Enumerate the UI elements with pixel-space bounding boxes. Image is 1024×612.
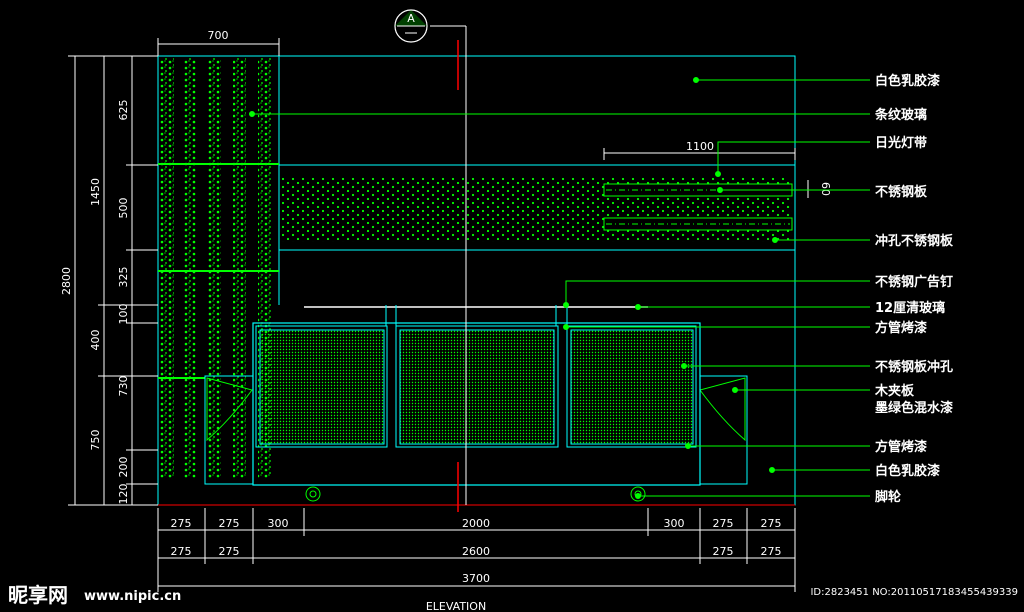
dim-b2-1: 275	[219, 545, 240, 558]
top-dimension-text: 700	[208, 29, 229, 42]
dim-b1-6: 275	[761, 517, 782, 530]
dim-inner-1: 500	[117, 198, 130, 219]
top-dimension: 700	[157, 29, 280, 56]
dim-middle-2: 750	[89, 430, 102, 451]
elevation-drawing: A 700 1100 60 2800 1450 400 750 625 500 …	[8, 9, 1018, 612]
light-strip-dimension: 1100	[603, 140, 796, 160]
dim-inner-4: 730	[117, 376, 130, 397]
dim-total: 3700	[462, 572, 490, 585]
dim-b1-3: 2000	[462, 517, 490, 530]
dim-inner-5: 200	[117, 457, 130, 478]
dim-middle-0: 1450	[89, 178, 102, 206]
label-10: 墨绿色混水漆	[875, 400, 953, 416]
dim-b1-5: 275	[713, 517, 734, 530]
dim-inner-3: 100	[117, 304, 130, 325]
left-dimension-lines	[68, 55, 158, 506]
watermark-site: www.nipic.cn	[84, 589, 181, 604]
dim-middle-1: 400	[89, 330, 102, 351]
label-8: 不锈钢板冲孔	[875, 359, 953, 375]
dim-b1-4: 300	[664, 517, 685, 530]
section-marker: A	[394, 9, 428, 43]
dim-b2-2: 2600	[462, 545, 490, 558]
dim-b2-3: 275	[713, 545, 734, 558]
label-4: 冲孔不锈钢板	[875, 233, 954, 249]
dim-inner-2: 325	[117, 267, 130, 288]
perforated-steel-band	[282, 176, 793, 242]
label-11: 方管烤漆	[875, 439, 927, 455]
dim-b2-4: 275	[761, 545, 782, 558]
label-5: 不锈钢广告钉	[875, 274, 953, 290]
label-2: 日光灯带	[875, 135, 927, 151]
label-3: 不锈钢板	[875, 184, 928, 200]
dim-b1-0: 275	[171, 517, 192, 530]
label-1: 条纹玻璃	[875, 107, 927, 123]
watermark: 昵享网 www.nipic.cn ID:2823451 NO:201105171…	[8, 583, 1018, 607]
bottom-row2-texts: 275 275 2600 275 275	[171, 545, 782, 558]
section-marker-letter: A	[407, 12, 415, 25]
dim-b1-1: 275	[219, 517, 240, 530]
reception-counter	[204, 305, 748, 486]
dim-60-text: 60	[819, 182, 832, 196]
label-12: 白色乳胶漆	[875, 463, 940, 479]
dim-inner-6: 120	[117, 484, 130, 505]
label-7: 方管烤漆	[875, 320, 927, 336]
watermark-logo: 昵享网	[8, 583, 68, 607]
label-0: 白色乳胶漆	[875, 73, 940, 89]
steel-plate-dimension: 60	[807, 180, 832, 198]
dim-1100-text: 1100	[686, 140, 714, 153]
bottom-row1-texts: 275 275 300 2000 300 275 275	[171, 517, 782, 530]
dim-b1-2: 300	[268, 517, 289, 530]
watermark-id: ID:2823451 NO:20110517183455439339	[810, 587, 1018, 598]
left-dimension-texts: 2800 1450 400 750 625 500 325 100 730 20…	[60, 100, 130, 505]
dim-overall: 2800	[60, 267, 73, 295]
drawing-title: ELEVATION	[426, 600, 486, 612]
dim-inner-0: 625	[117, 100, 130, 121]
label-13: 脚轮	[875, 489, 901, 505]
label-9: 木夹板	[874, 383, 915, 399]
dim-b2-0: 275	[171, 545, 192, 558]
label-6: 12厘清玻璃	[875, 300, 945, 316]
caster-left	[305, 486, 321, 502]
material-labels: 白色乳胶漆 条纹玻璃 日光灯带 不锈钢板 冲孔不锈钢板 不锈钢广告钉 12厘清玻…	[874, 73, 954, 505]
